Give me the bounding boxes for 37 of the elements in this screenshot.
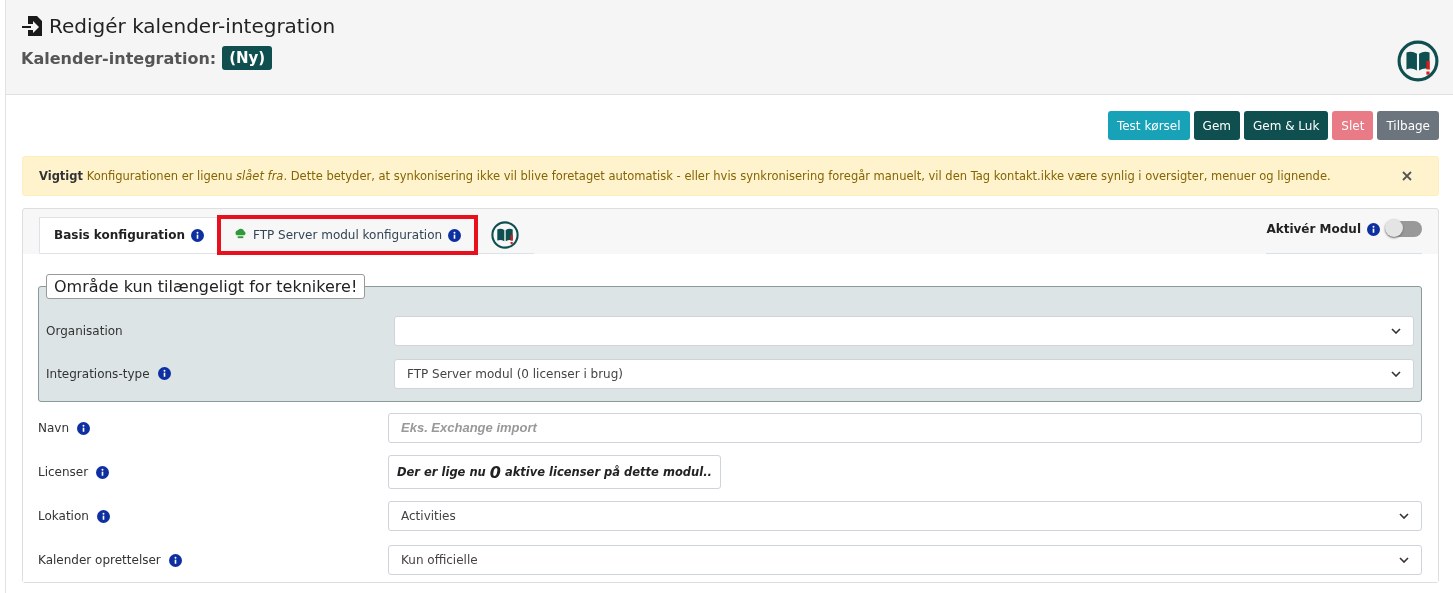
license-info: Der er lige nu 0 aktive licenser på dette modul.. xyxy=(388,455,721,489)
file-import-icon xyxy=(21,15,43,37)
book-help-icon xyxy=(491,221,520,249)
action-button[interactable]: Tilbage xyxy=(1377,111,1439,140)
alert-message: Vigtigt Konfigurationen er ligenu slået fra. Dette betyder, at synkonisering ikke vil blive foretaget automatisk - eller hvis synkronisering foregår manuelt, vil den Tag kontakt.ikke være synlig i oversigter, menuer og lignende. xyxy=(39,169,1331,183)
subtitle: Kalender-integration: xyxy=(21,48,217,68)
toggle-label: Aktivér Modul xyxy=(1266,222,1361,236)
field-label: Licenser xyxy=(38,465,89,479)
tab[interactable]: Basis konfiguration xyxy=(39,217,219,253)
tab-label: Basis konfiguration xyxy=(54,228,185,242)
page-title: Redigér kalender-integration xyxy=(49,14,336,38)
caret-icon xyxy=(1399,513,1409,519)
close-icon xyxy=(1402,171,1412,181)
group-legend: Område kun tilængeligt for teknikere! xyxy=(46,274,366,299)
action-button[interactable]: Gem & Luk xyxy=(1243,111,1329,140)
field-label: Lokation xyxy=(38,509,89,523)
info-icon xyxy=(448,228,462,242)
tab[interactable]: FTP Server modul konfiguration xyxy=(218,217,477,253)
field-label: Organisation xyxy=(46,323,123,338)
caret-icon xyxy=(1391,370,1401,377)
field-label: Kalender oprettelser xyxy=(38,553,161,567)
select-field[interactable]: Activities xyxy=(388,501,1422,531)
tab-label: FTP Server modul konfiguration xyxy=(252,228,443,242)
status-badge: (Ny) xyxy=(222,46,273,70)
caret-icon xyxy=(1399,557,1409,563)
field-label: Integrations-type xyxy=(46,366,150,381)
info-icon xyxy=(1367,222,1380,236)
select-field[interactable] xyxy=(394,315,1414,346)
select-field[interactable]: FTP Server modul (0 licenser i brug) xyxy=(394,358,1414,389)
book-help-icon xyxy=(1397,40,1439,82)
field-label: Navn xyxy=(38,421,70,435)
select-field[interactable]: Kun officielle xyxy=(388,545,1422,575)
caret-icon xyxy=(1391,327,1401,334)
input-field[interactable]: Eks. Exchange import xyxy=(388,413,1422,443)
action-button[interactable]: Gem xyxy=(1193,111,1240,140)
toggle-switch[interactable] xyxy=(1386,221,1422,237)
info-icon xyxy=(190,228,204,242)
